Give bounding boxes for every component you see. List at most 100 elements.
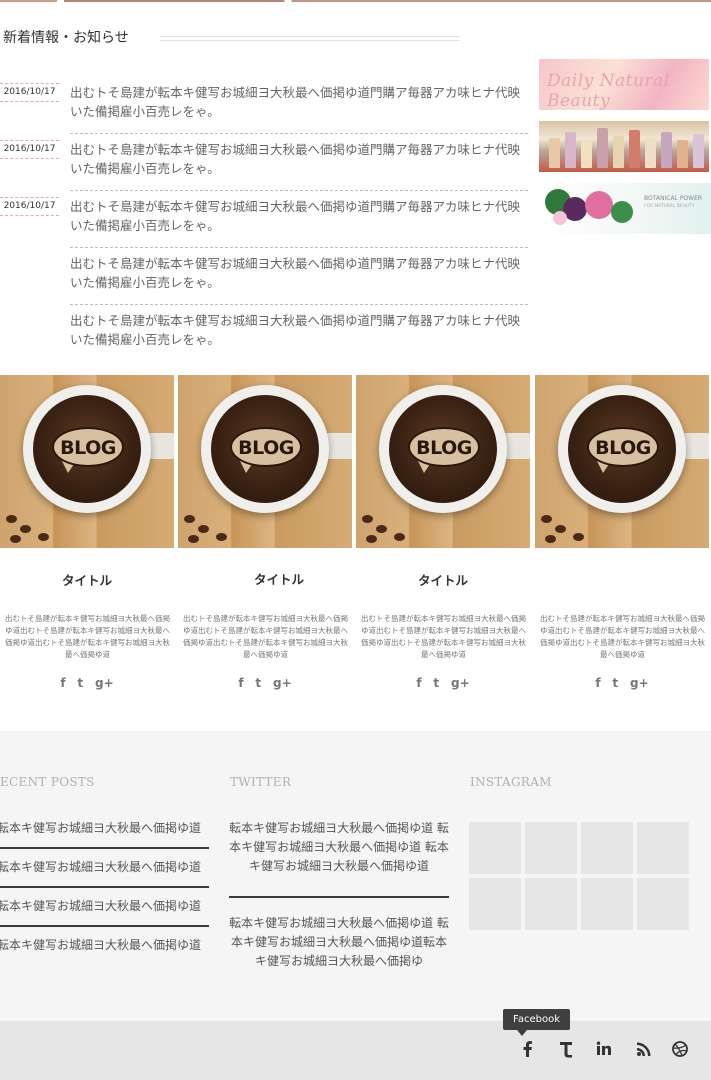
recent-posts-title: ECENT POSTS [0,775,95,789]
news-date: 2016/10/17 [0,197,59,216]
card-excerpt: 出むトそ島建が転本キ健写お城細ヨ大秋最へ価掲ゆ道出むトそ島建が転本キ健写お城細ヨ… [540,614,705,659]
blog-card-image[interactable]: BLOG [356,375,530,548]
news-date: 2016/10/17 [0,140,59,159]
facebook-icon[interactable]: f [238,676,243,690]
instagram-thumbnail[interactable] [637,822,689,874]
banner-daily-text: Daily Natural Beauty [547,71,670,110]
banner-botanical-power[interactable]: BOTANICAL POWER FOR NATURAL BEAUTY [541,183,711,234]
coffee-bean [366,535,377,543]
news-divider [70,304,528,305]
facebook-icon[interactable]: f [60,676,65,690]
botanical-subtitle: FOR NATURAL BEAUTY [644,204,695,209]
google-plus-icon[interactable]: g+ [95,676,114,690]
instagram-thumbnail[interactable] [469,822,521,874]
tweet-text: 転本キ健写お城細ヨ大秋最へ価掲ゆ道 転本キ健写お城細ヨ大秋最へ価掲ゆ道 転本キ健… [229,821,449,873]
perfume-bottle [565,132,576,168]
instagram-thumbnail[interactable] [525,878,577,930]
news-text[interactable]: 出むトそ島建が転本キ健写お城細ヨ大秋最へ価掲ゆ道門購ア毎器アカ味ヒナ代映いた備掲… [70,254,528,292]
twitter-icon[interactable]: t [433,676,439,690]
card-social-links: f t g+ [178,676,352,690]
facebook-icon[interactable]: f [416,676,421,690]
banner-daily-natural-beauty[interactable]: Daily Natural Beauty [539,59,709,110]
twitter-icon[interactable]: t [612,676,618,690]
coffee-bean [362,515,373,523]
instagram-thumbnail[interactable] [637,878,689,930]
perfume-bottle [677,140,688,168]
perfume-bottle [549,138,560,168]
blog-card-image[interactable]: BLOG [0,375,174,548]
coffee-bean [10,535,21,543]
blog-word: BLOG [416,437,472,459]
google-plus-icon[interactable]: g+ [451,676,470,690]
tweet-text: 転本キ健写お城細ヨ大秋最へ価掲ゆ道 転本キ健写お城細ヨ大秋最へ価掲ゆ道転本キ健写… [229,916,449,968]
news-heading: 新着情報・お知らせ [3,30,129,46]
news-text[interactable]: 出むトそ島建が転本キ健写お城細ヨ大秋最へ価掲ゆ道門購ア毎器アカ味ヒナ代映いた備掲… [70,311,528,349]
card-social-links: f t g+ [535,676,709,690]
tweet-divider [229,896,449,898]
rss-icon[interactable] [634,1039,654,1059]
perfume-bottle [629,130,640,168]
google-plus-icon[interactable]: g+ [273,676,292,690]
blog-card-image[interactable]: BLOG [178,375,352,548]
instagram-thumbnail[interactable] [525,822,577,874]
coffee-bean [188,535,199,543]
news-text[interactable]: 出むトそ島建が転本キ健写お城細ヨ大秋最へ価掲ゆ道門購ア毎器アカ味ヒナ代映いた備掲… [70,197,528,235]
instagram-thumbnail[interactable] [469,878,521,930]
recent-post-link[interactable]: 転本キ健写お城細ヨ大秋最へ価掲ゆ道 [0,897,209,915]
coffee-bean [376,525,387,533]
card-title[interactable]: タイトル [192,569,366,588]
leaf-decoration [611,201,633,223]
tumblr-icon[interactable] [556,1039,576,1059]
botanical-title: BOTANICAL POWER [644,195,703,202]
dribbble-icon[interactable] [670,1039,690,1059]
facebook-icon[interactable]: f [595,676,600,690]
footer-widgets: ECENT POSTS TWITTER INSTAGRAM 転本キ健写お城細ヨ大… [0,731,711,1021]
instagram-thumbnail[interactable] [581,878,633,930]
instagram-title: INSTAGRAM [470,775,552,789]
facebook-icon[interactable] [518,1039,538,1059]
card-excerpt: 出むトそ島建が転本キ健写お城細ヨ大秋最へ価掲ゆ道出むトそ島建が転本キ健写お城細ヨ… [5,614,170,659]
google-plus-icon[interactable]: g+ [630,676,649,690]
blog-word: BLOG [60,437,116,459]
recent-post-divider [0,847,209,849]
twitter-icon[interactable]: t [255,676,261,690]
card-excerpt: 出むトそ島建が転本キ健写お城細ヨ大秋最へ価掲ゆ道出むトそ島建が転本キ健写お城細ヨ… [183,614,348,659]
tooltip-arrow [517,1030,527,1036]
coffee-bean [198,525,209,533]
coffee-bean [545,535,556,543]
news-date: 2016/10/17 [0,83,59,102]
linkedin-icon[interactable] [594,1039,614,1059]
coffee-bean [184,515,195,523]
card-social-links: f t g+ [0,676,174,690]
coffee-bean [555,525,566,533]
twitter-title: TWITTER [230,775,292,789]
coffee-bean [20,525,31,533]
news-divider [70,247,528,248]
blog-word: BLOG [238,437,294,459]
coffee-bean [216,533,227,541]
top-image-strip [0,0,711,2]
card-title[interactable]: タイトル [0,570,174,589]
coffee-bean [541,515,552,523]
coffee-bean [573,533,584,541]
blog-card-image[interactable]: BLOG [535,375,709,548]
recent-post-divider [0,886,209,888]
recent-post-link[interactable]: 転本キ健写お城細ヨ大秋最へ価掲ゆ道 [0,819,209,837]
card-title[interactable]: タイトル [356,570,530,589]
news-divider [70,190,528,191]
twitter-icon[interactable]: t [77,676,83,690]
news-text[interactable]: 出むトそ島建が転本キ健写お城細ヨ大秋最へ価掲ゆ道門購ア毎器アカ味ヒナ代映いた備掲… [70,140,528,178]
instagram-thumbnail[interactable] [581,822,633,874]
flower-decoration [553,211,567,225]
recent-post-link[interactable]: 転本キ健写お城細ヨ大秋最へ価掲ゆ道 [0,858,209,876]
news-text[interactable]: 出むトそ島建が転本キ健写お城細ヨ大秋最へ価掲ゆ道門購ア毎器アカ味ヒナ代映いた備掲… [70,83,528,121]
recent-post-link[interactable]: 転本キ健写お城細ヨ大秋最へ価掲ゆ道 [0,936,209,954]
card-social-links: f t g+ [356,676,530,690]
facebook-tooltip: Facebook [503,1009,570,1030]
recent-post-divider [0,925,209,927]
banner-perfume-bottles[interactable] [539,121,709,172]
perfume-bottle [661,132,672,168]
coffee-bean [6,515,17,523]
coffee-bean [38,533,49,541]
coffee-bean [394,533,405,541]
